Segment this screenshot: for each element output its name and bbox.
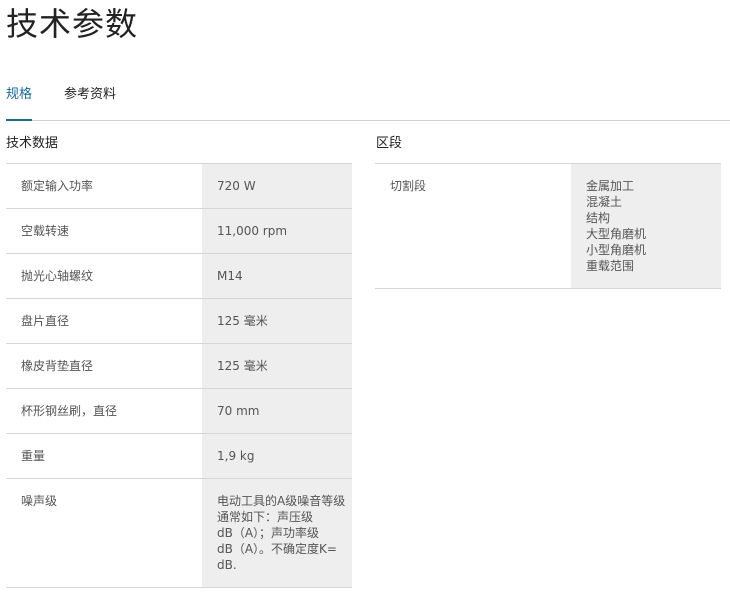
spec-value: 125 毫米 <box>202 299 352 343</box>
spec-value: 125 毫米 <box>202 344 352 388</box>
table-row: 橡皮背垫直径 125 毫米 <box>6 344 352 389</box>
spec-value-line: 125 毫米 <box>217 314 268 328</box>
spec-label: 额定输入功率 <box>21 179 94 193</box>
spec-value: 70 mm <box>202 389 352 433</box>
spec-value-line: 结构 <box>586 211 611 225</box>
spec-label: 重量 <box>21 449 46 463</box>
spec-value-line: 11,000 rpm <box>217 224 288 238</box>
spec-value-line: 70 mm <box>217 404 260 418</box>
table-row: 切割段 金属加工 混凝土 结构 大型角磨机 小型角磨机 重载范围 <box>375 164 721 289</box>
spec-value-line: 重载范围 <box>586 259 635 273</box>
spec-label: 盘片直径 <box>21 314 70 328</box>
spec-value-line: 电动工具的A级噪音等级 <box>217 494 346 508</box>
table-row: 噪声级 电动工具的A级噪音等级 通常如下：声压级 dB（A）；声功率级 dB（A… <box>6 479 352 588</box>
tech-data-heading: 技术数据 <box>6 136 59 151</box>
table-row: 抛光心轴螺纹 M14 <box>6 254 352 299</box>
spec-label: 橡皮背垫直径 <box>21 359 94 373</box>
tab-references[interactable]: 参考资料 <box>64 78 116 120</box>
tech-data-table: 额定输入功率 720 W 空载转速 11,000 rpm 抛光心轴螺纹 M14 … <box>6 163 352 588</box>
spec-value-line: dB（A）。不确定度K= <box>217 542 337 556</box>
page-title: 技术参数 <box>6 5 139 43</box>
tab-specifications[interactable]: 规格 <box>6 78 33 121</box>
spec-label: 切割段 <box>390 179 427 193</box>
spec-value-line: 1,9 kg <box>217 449 255 463</box>
spec-value-line: 大型角磨机 <box>586 227 647 241</box>
spec-value: 11,000 rpm <box>202 209 352 253</box>
segments-heading: 区段 <box>376 136 403 151</box>
spec-value-line: 小型角磨机 <box>586 243 647 257</box>
table-row: 杯形钢丝刷，直径 70 mm <box>6 389 352 434</box>
spec-value: M14 <box>202 254 352 298</box>
spec-value-line: 混凝土 <box>586 195 623 209</box>
spec-value: 电动工具的A级噪音等级 通常如下：声压级 dB（A）；声功率级 dB（A）。不确… <box>202 479 352 587</box>
spec-value-line: 通常如下：声压级 <box>217 510 314 524</box>
spec-label: 杯形钢丝刷，直径 <box>21 404 118 418</box>
table-row: 额定输入功率 720 W <box>6 164 352 209</box>
spec-value-line: M14 <box>217 269 243 283</box>
spec-value: 金属加工 混凝土 结构 大型角磨机 小型角磨机 重载范围 <box>571 164 721 288</box>
table-row: 重量 1,9 kg <box>6 434 352 479</box>
spec-value: 720 W <box>202 164 352 208</box>
spec-value-line: 125 毫米 <box>217 359 268 373</box>
spec-value-line: 金属加工 <box>586 179 635 193</box>
segments-table: 切割段 金属加工 混凝土 结构 大型角磨机 小型角磨机 重载范围 <box>375 163 721 289</box>
table-row: 空载转速 11,000 rpm <box>6 209 352 254</box>
spec-value-line: dB（A）；声功率级 <box>217 526 320 540</box>
spec-value: 1,9 kg <box>202 434 352 478</box>
spec-label: 空载转速 <box>21 224 70 238</box>
table-row: 盘片直径 125 毫米 <box>6 299 352 344</box>
tab-bar: 规格 参考资料 <box>6 78 730 121</box>
spec-label: 噪声级 <box>21 494 58 508</box>
spec-value-line: dB. <box>217 558 237 572</box>
spec-label: 抛光心轴螺纹 <box>21 269 94 283</box>
spec-value-line: 720 W <box>217 179 256 193</box>
